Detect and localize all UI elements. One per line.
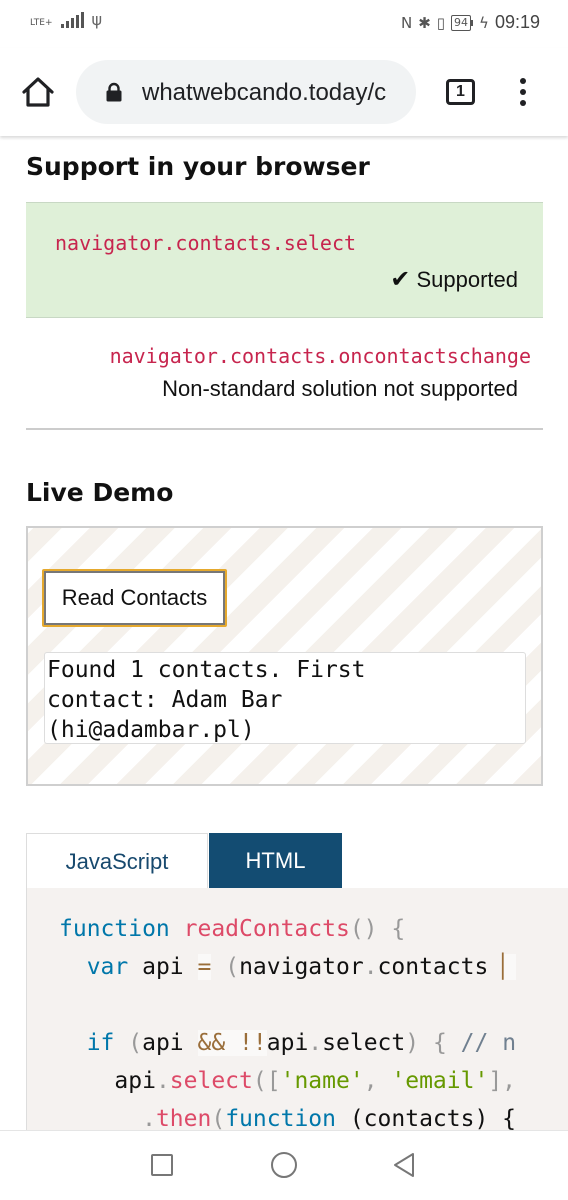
feature-row-unsupported: navigator.contacts.oncontactschange Non-… bbox=[26, 318, 543, 430]
triangle-back-icon[interactable] bbox=[392, 1152, 416, 1178]
network-type-label: LTE+ bbox=[30, 18, 53, 28]
feature-api-name: navigator.contacts.oncontactschange bbox=[109, 344, 531, 368]
system-nav-bar bbox=[0, 1130, 568, 1200]
more-vert-icon[interactable] bbox=[516, 78, 530, 108]
demo-heading: Live Demo bbox=[26, 478, 174, 507]
screen: LTE+ ψ N ✱ ▯ 94 ϟ 09:19 whatwebcando.tod… bbox=[0, 0, 568, 1200]
bluetooth-icon: ✱ bbox=[418, 13, 431, 32]
feature-status: ✔ Supported bbox=[390, 265, 518, 293]
url-text: whatwebcando.today/c bbox=[142, 79, 387, 106]
support-heading: Support in your browser bbox=[26, 152, 370, 181]
vibrate-icon: ▯ bbox=[436, 13, 446, 32]
read-contacts-button[interactable]: Read Contacts bbox=[42, 569, 227, 627]
battery-icon: 94 bbox=[451, 14, 474, 31]
code-block: function readContacts() { var api = (nav… bbox=[26, 888, 568, 1130]
code-line: function readContacts() { bbox=[59, 916, 406, 942]
clock: 09:19 bbox=[494, 12, 540, 32]
demo-output: Found 1 contacts. First contact: Adam Ba… bbox=[44, 652, 526, 744]
lock-icon bbox=[104, 82, 124, 102]
home-icon[interactable] bbox=[20, 74, 56, 110]
feature-api-name: navigator.contacts.select bbox=[55, 231, 357, 255]
usb-icon: ψ bbox=[91, 10, 103, 29]
code-line: .then(function (contacts) { bbox=[142, 1106, 516, 1130]
square-icon[interactable] bbox=[151, 1154, 173, 1176]
tab-switcher-button[interactable]: 1 bbox=[446, 79, 475, 105]
feature-status: Non-standard solution not supported bbox=[162, 376, 518, 401]
status-bar: LTE+ ψ N ✱ ▯ 94 ϟ 09:19 bbox=[0, 0, 568, 48]
code-line: var api = (navigator.contacts ▏ bbox=[86, 954, 517, 980]
circle-icon[interactable] bbox=[271, 1152, 297, 1178]
address-bar[interactable]: whatwebcando.today/c bbox=[76, 60, 416, 124]
demo-box: Read Contacts Found 1 contacts. First co… bbox=[26, 526, 543, 786]
page-content: Support in your browser navigator.contac… bbox=[0, 136, 568, 1130]
status-left: LTE+ ψ bbox=[30, 12, 102, 28]
code-line: if (api && !!api.select) { // n bbox=[86, 1030, 517, 1056]
browser-toolbar: whatwebcando.today/c 1 bbox=[0, 48, 568, 136]
code-line: api.select(['name', 'email'], bbox=[114, 1068, 517, 1094]
feature-row-supported: navigator.contacts.select ✔ Supported bbox=[26, 202, 543, 318]
battery-level: 94 bbox=[451, 14, 472, 31]
tab-html[interactable]: HTML bbox=[209, 833, 342, 888]
feature-status-label: Supported bbox=[416, 267, 518, 292]
nfc-icon: N bbox=[400, 13, 413, 32]
tab-javascript[interactable]: JavaScript bbox=[26, 833, 208, 888]
status-right: N ✱ ▯ 94 ϟ 09:19 bbox=[401, 12, 540, 33]
check-icon: ✔ bbox=[390, 265, 411, 293]
charging-icon: ϟ bbox=[479, 13, 489, 32]
signal-icon bbox=[60, 12, 84, 28]
